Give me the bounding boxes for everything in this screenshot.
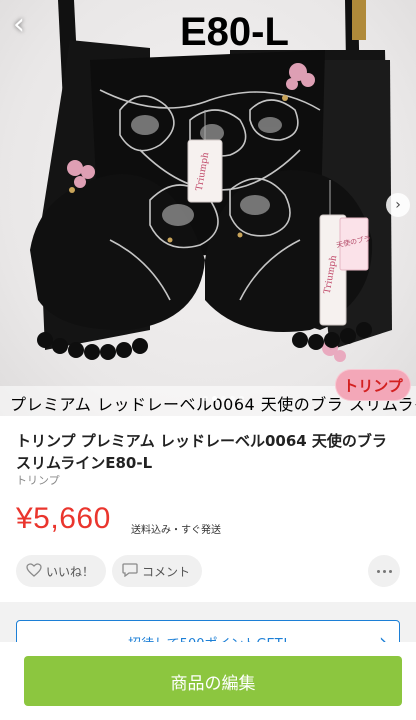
price: ¥5,660 [16,502,111,535]
bra-image: Triumph Triumph 天使のブラ [30,0,392,362]
like-button[interactable]: いいね！ [16,555,106,587]
comment-button[interactable]: コメント [112,555,202,587]
more-dots-icon[interactable] [368,555,400,587]
shipping-info: 送料込み・すぐ発送 [131,525,221,536]
product-photo[interactable]: Triumph Triumph 天使のブラ ‹ E80-L › プレミアム レッ… [0,0,416,416]
product-title: トリンプ プレミアム レッドレーベル0064 天使のブラ スリムラインE80-L [16,432,387,472]
pager-dot[interactable] [203,396,208,401]
brand-badge: トリンプ [336,370,410,400]
chevron-right-icon: › [395,197,401,213]
pager-dot[interactable] [230,396,235,401]
like-label: いいね！ [46,564,95,579]
size-label: E80-L [180,10,289,54]
heart-icon [26,562,42,580]
next-image-button[interactable]: › [386,193,410,217]
chevron-left-icon: ‹ [13,6,25,42]
pager-dot-active[interactable] [212,396,217,401]
pager-dot[interactable] [239,396,244,401]
product-page: Triumph Triumph 天使のブラ ‹ E80-L › プレミアム レッ… [0,0,416,720]
speech-bubble-icon [122,562,138,580]
comment-label: コメント [142,564,191,579]
pager-dot[interactable] [221,396,226,401]
edit-listing-button[interactable]: 商品の編集 [24,656,402,706]
brand-link[interactable]: トリンプ [16,472,60,488]
image-pager-dots [203,396,244,401]
back-button[interactable]: ‹ [4,6,34,42]
